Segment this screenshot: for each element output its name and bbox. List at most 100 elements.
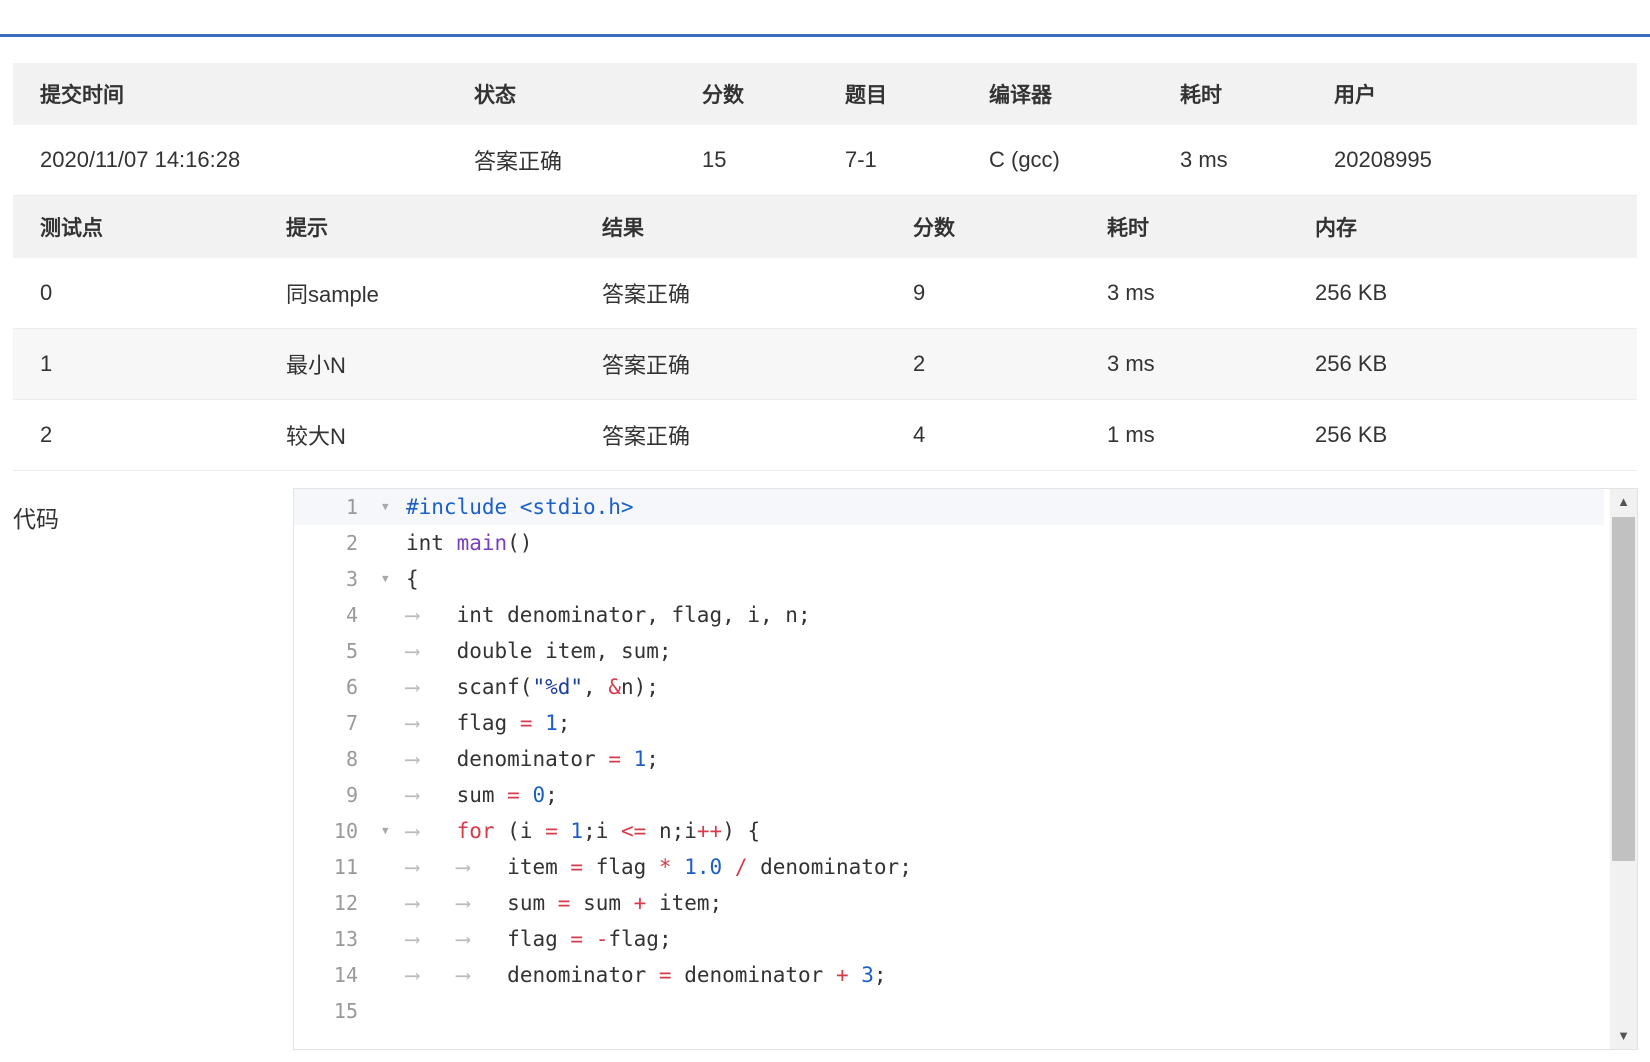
testcase-hint: 最小N — [259, 328, 575, 400]
header-testcase: 测试点 — [13, 196, 259, 258]
testcase-time: 3 ms — [1080, 328, 1288, 400]
testcase-hint: 较大N — [259, 399, 575, 471]
table-row: 1 最小N 答案正确 2 3 ms 256 KB — [13, 328, 1637, 400]
code-text: { — [406, 567, 419, 591]
header-hint: 提示 — [259, 196, 575, 258]
header-score: 分数 — [675, 63, 818, 125]
testcase-result: 答案正确 — [575, 258, 886, 329]
code-text: #include <stdio.h> — [406, 495, 634, 519]
table-row: 2 较大N 答案正确 4 1 ms 256 KB — [13, 399, 1637, 471]
header-problem: 题目 — [818, 63, 962, 125]
code-editor[interactable]: 1 ▼ #include <stdio.h> 2 int main() 3 ▼ {4 ⟶ int… — [293, 488, 1638, 1050]
submission-table: 提交时间 状态 分数 题目 编译器 耗时 用户 2020/11/07 14:16… — [13, 63, 1637, 196]
line-number: 8 — [345, 747, 358, 771]
code-line[interactable]: 6 ⟶ scanf("%d", &n); — [294, 669, 1604, 705]
testcase-time: 3 ms — [1080, 258, 1288, 329]
code-line[interactable]: 11 ⟶ ⟶ item = flag * 1.0 / denominator; — [294, 849, 1604, 885]
header-status: 状态 — [447, 63, 675, 125]
header-user: 用户 — [1307, 63, 1637, 125]
elapsed-time: 3 ms — [1153, 125, 1307, 196]
code-line[interactable]: 3 ▼ { — [294, 561, 1604, 597]
header-tc-score: 分数 — [886, 196, 1080, 258]
code-text: ⟶ ⟶ sum = sum + item; — [406, 891, 723, 915]
header-compiler: 编译器 — [962, 63, 1153, 125]
code-text: ⟶ ⟶ item = flag * 1.0 / denominator; — [406, 855, 912, 879]
code-line[interactable]: 1 ▼ #include <stdio.h> — [294, 489, 1604, 525]
fold-toggle-icon[interactable]: ▼ — [382, 561, 389, 597]
code-label: 代码 — [13, 506, 59, 532]
header-submit-time: 提交时间 — [13, 63, 447, 125]
scroll-down-icon[interactable]: ▼ — [1610, 1023, 1637, 1049]
line-number: 3 — [345, 567, 358, 591]
fold-toggle-icon[interactable]: ▼ — [382, 813, 389, 849]
header-result: 结果 — [575, 196, 886, 258]
line-number: 7 — [345, 711, 358, 735]
code-line[interactable]: 2 int main() — [294, 525, 1604, 561]
code-line[interactable]: 14 ⟶ ⟶ denominator = denominator + 3; — [294, 957, 1604, 993]
testcase-memory: 256 KB — [1288, 328, 1637, 400]
fold-toggle-icon[interactable]: ▼ — [382, 489, 389, 525]
line-number: 5 — [345, 639, 358, 663]
scrollbar-thumb[interactable] — [1612, 517, 1635, 861]
line-number: 4 — [345, 603, 358, 627]
testcase-score: 4 — [886, 399, 1080, 471]
code-line[interactable]: 12 ⟶ ⟶ sum = sum + item; — [294, 885, 1604, 921]
code-section: 代码 1 ▼ #include <stdio.h> 2 int main() 3 ▼ {4 ⟶ … — [13, 488, 1638, 1050]
line-number: 10 — [333, 819, 358, 843]
user-id: 20208995 — [1307, 125, 1637, 196]
testcase-memory: 256 KB — [1288, 399, 1637, 471]
testcase-id: 1 — [13, 328, 259, 400]
code-text: ⟶ ⟶ denominator = denominator + 3; — [406, 963, 887, 987]
code-text: ⟶ ⟶ flag = -flag; — [406, 927, 672, 951]
code-line[interactable]: 10 ▼ ⟶ for (i = 1;i <= n;i++) { — [294, 813, 1604, 849]
code-line[interactable]: 9 ⟶ sum = 0; — [294, 777, 1604, 813]
code-text: int main() — [406, 531, 533, 555]
code-text: ⟶ for (i = 1;i <= n;i++) { — [406, 819, 761, 843]
header-memory: 内存 — [1288, 196, 1637, 258]
testcase-id: 2 — [13, 399, 259, 471]
line-number: 6 — [345, 675, 358, 699]
code-text: ⟶ double item, sum; — [406, 639, 672, 663]
header-tc-time: 耗时 — [1080, 196, 1288, 258]
line-number: 2 — [345, 531, 358, 555]
code-text: ⟶ flag = 1; — [406, 711, 571, 735]
code-line[interactable]: 13 ⟶ ⟶ flag = -flag; — [294, 921, 1604, 957]
compiler: C (gcc) — [962, 125, 1153, 196]
code-text: ⟶ scanf("%d", &n); — [406, 675, 659, 699]
code-text: ⟶ sum = 0; — [406, 783, 558, 807]
testcase-header-row: 测试点 提示 结果 分数 耗时 内存 — [13, 196, 1637, 258]
testcase-score: 2 — [886, 328, 1080, 400]
code-lines: 1 ▼ #include <stdio.h> 2 int main() 3 ▼ {4 ⟶ int… — [294, 489, 1604, 1029]
code-text: ⟶ int denominator, flag, i, n; — [406, 603, 811, 627]
code-line[interactable]: 15 — [294, 993, 1604, 1029]
code-line[interactable]: 4 ⟶ int denominator, flag, i, n; — [294, 597, 1604, 633]
submission-row: 2020/11/07 14:16:28 答案正确 15 7-1 C (gcc) … — [13, 125, 1637, 196]
status-badge: 答案正确 — [447, 125, 675, 196]
table-row: 0 同sample 答案正确 9 3 ms 256 KB — [13, 258, 1637, 329]
testcase-result: 答案正确 — [575, 399, 886, 471]
line-number: 1 — [345, 495, 358, 519]
testcase-score: 9 — [886, 258, 1080, 329]
line-number: 14 — [333, 963, 358, 987]
submission-detail: 提交时间 状态 分数 题目 编译器 耗时 用户 2020/11/07 14:16… — [13, 63, 1637, 471]
code-line[interactable]: 8 ⟶ denominator = 1; — [294, 741, 1604, 777]
line-number: 13 — [333, 927, 358, 951]
top-bar — [0, 0, 1650, 37]
testcase-hint: 同sample — [259, 258, 575, 329]
problem-link[interactable]: 7-1 — [818, 125, 962, 196]
line-number: 15 — [333, 999, 358, 1023]
header-elapsed: 耗时 — [1153, 63, 1307, 125]
code-text: ⟶ denominator = 1; — [406, 747, 659, 771]
line-number: 11 — [333, 855, 358, 879]
submit-time: 2020/11/07 14:16:28 — [13, 125, 447, 196]
line-number: 9 — [345, 783, 358, 807]
code-line[interactable]: 7 ⟶ flag = 1; — [294, 705, 1604, 741]
line-number: 12 — [333, 891, 358, 915]
testcase-memory: 256 KB — [1288, 258, 1637, 329]
submission-header-row: 提交时间 状态 分数 题目 编译器 耗时 用户 — [13, 63, 1637, 125]
testcase-result: 答案正确 — [575, 328, 886, 400]
editor-scrollbar[interactable]: ▲ ▼ — [1610, 489, 1637, 1049]
code-line[interactable]: 5 ⟶ double item, sum; — [294, 633, 1604, 669]
scroll-up-icon[interactable]: ▲ — [1610, 489, 1637, 515]
testcase-id: 0 — [13, 258, 259, 329]
